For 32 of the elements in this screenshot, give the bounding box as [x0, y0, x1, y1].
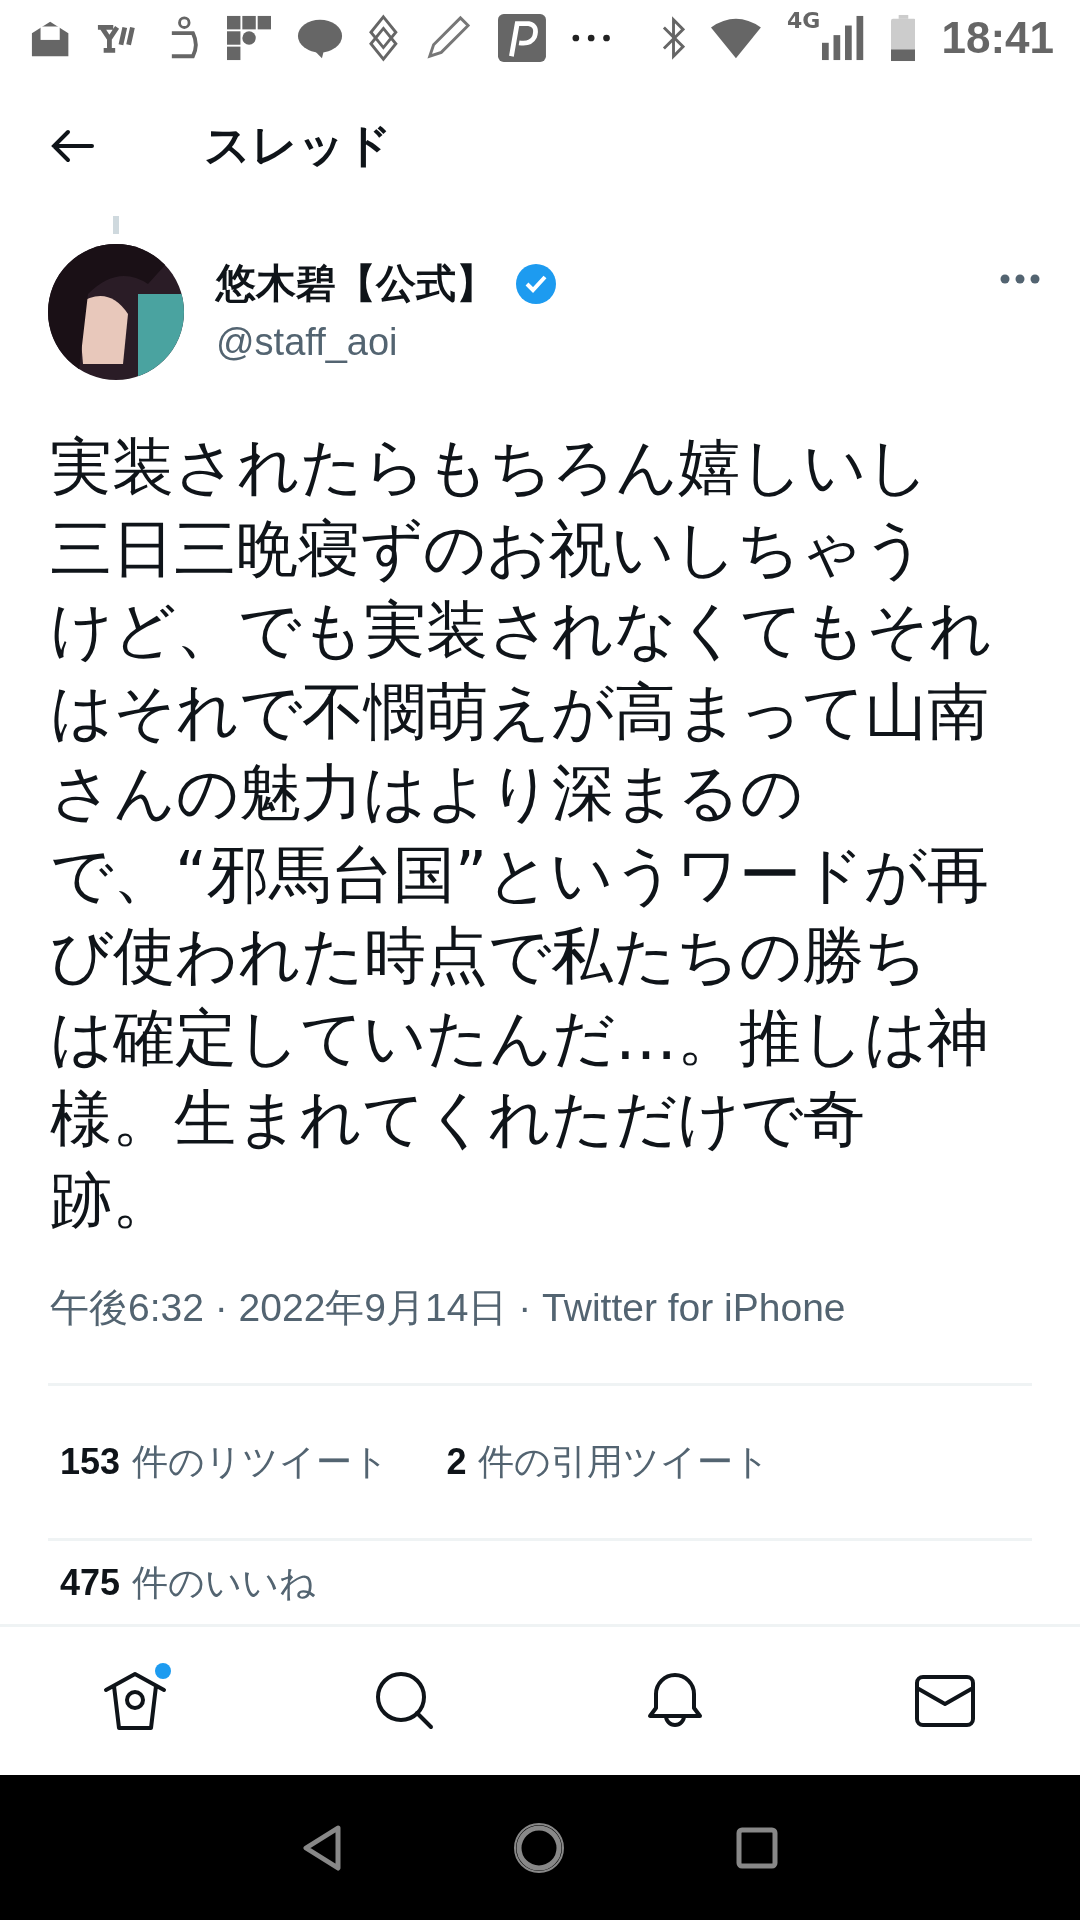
payment-app-icon	[497, 13, 546, 63]
diamond-icon	[369, 14, 398, 62]
more-options-button[interactable]	[1000, 274, 1040, 284]
clock-time: 18:41	[941, 13, 1054, 63]
circle-home-icon	[512, 1820, 566, 1875]
battery-icon	[890, 14, 916, 62]
engagement-stat[interactable]: 2 件の引用ツイート	[446, 1437, 770, 1487]
search-icon	[374, 1670, 436, 1732]
birdhouse-icon	[102, 1670, 168, 1732]
more-icon	[1000, 274, 1040, 284]
page-title: スレッド	[204, 117, 392, 174]
signal-icon	[822, 15, 865, 61]
tweet-text: 実装されたらもちろん嬉しいし 三日三晩寝ずのお祝いしちゃう けど、でも実装されなくてもそれ はそれで不憫萌えが高まって山南 さんの魅力はより深まるの で、“邪馬台国”というワードが再 び使われた時点で私たちの勝ち は確定していたんだ…。推しは神 様。生まれてくれただけで奇 跡。	[50, 429, 993, 1239]
nav-home-button[interactable]	[512, 1820, 566, 1875]
engagement-stat[interactable]: 153 件のリツイート	[60, 1437, 389, 1487]
back-arrow-icon	[50, 129, 94, 163]
bluetooth-icon	[662, 15, 686, 61]
network-type-label: 4G	[786, 8, 821, 33]
grid-notification-icon	[226, 15, 272, 61]
engagement-stat[interactable]: 475 件のいいね	[60, 1562, 316, 1603]
square-recents-icon	[736, 1826, 778, 1869]
more-notifications-icon	[571, 34, 611, 42]
author-handle: @staff_aoi	[216, 321, 399, 364]
author-name: 悠木碧【公式】	[216, 259, 496, 308]
wifi-icon	[711, 17, 761, 59]
nav-back-button[interactable]	[302, 1823, 342, 1872]
triangle-back-icon	[302, 1823, 342, 1872]
back-button[interactable]	[50, 129, 94, 163]
mail-icon	[914, 1674, 976, 1728]
chat-bubble-icon	[297, 17, 344, 59]
tweet-timestamp: 午後6:32 · 2022年9月14日 · Twitter for iPhone	[50, 1285, 847, 1331]
nav-recents-button[interactable]	[736, 1826, 778, 1869]
